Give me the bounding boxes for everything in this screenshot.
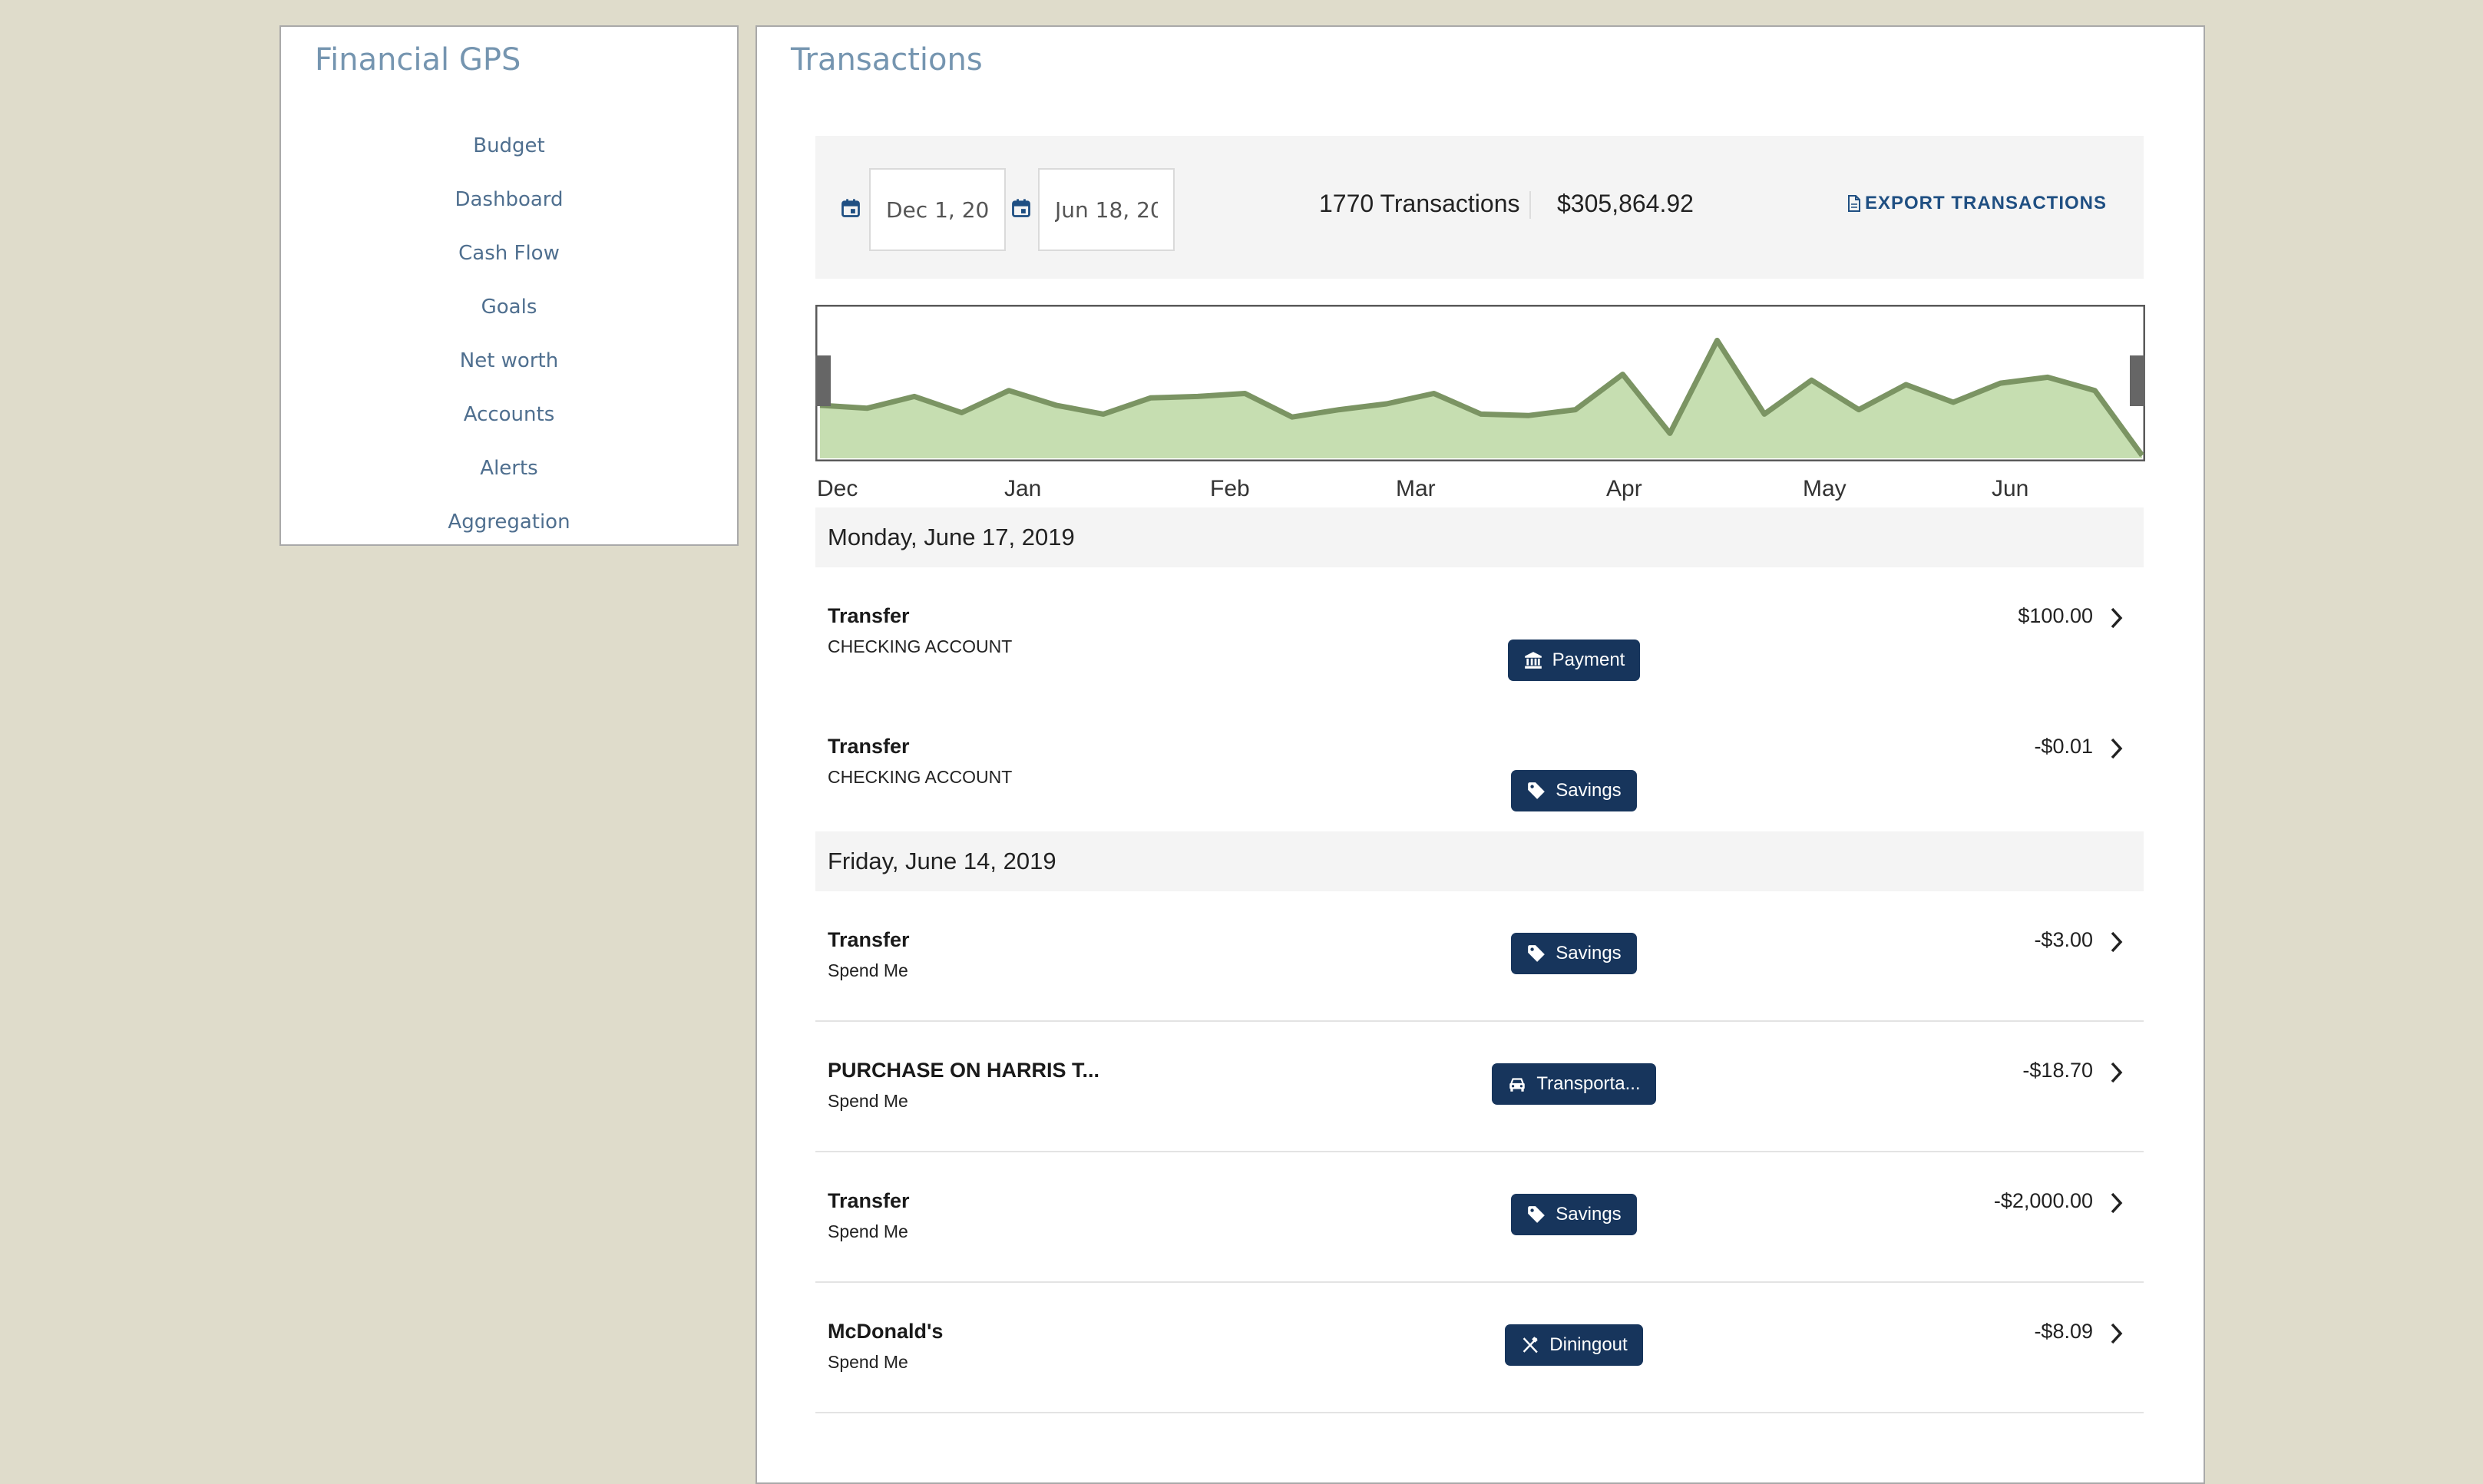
calendar-icon[interactable] <box>840 197 861 219</box>
day-header: Monday, June 17, 2019 <box>815 507 2144 567</box>
transaction-amount: -$18.70 <box>2022 1059 2093 1082</box>
nav-item-accounts[interactable]: Accounts <box>281 388 737 441</box>
transaction-name: Transfer <box>828 1189 910 1212</box>
transaction-row[interactable]: Transfer CHECKING ACCOUNT Payment $100.0… <box>815 567 2144 698</box>
nav-item-budget[interactable]: Budget <box>281 119 737 173</box>
category-label: Payment <box>1552 649 1625 670</box>
category-tag-wrap: Transporta... <box>1407 1063 1741 1105</box>
category-label: Savings <box>1556 780 1622 801</box>
category-label: Savings <box>1556 943 1622 963</box>
transaction-name: Transfer <box>828 604 910 627</box>
category-tag-wrap: Savings <box>1407 1194 1741 1235</box>
month-label: Apr <box>1606 476 1642 501</box>
transaction-amount: $100.00 <box>2018 604 2093 627</box>
chevron-right-icon[interactable] <box>2108 606 2124 630</box>
end-date-input[interactable] <box>1038 168 1175 251</box>
nav-item-alerts[interactable]: Alerts <box>281 441 737 495</box>
month-label: Dec <box>817 476 858 501</box>
divider <box>1529 191 1531 219</box>
category-label: Transporta... <box>1536 1073 1641 1094</box>
sidebar-nav: Budget Dashboard Cash Flow Goals Net wor… <box>281 119 737 549</box>
chevron-right-icon[interactable] <box>2108 1321 2124 1346</box>
category-tag[interactable]: Diningout <box>1505 1324 1643 1366</box>
transaction-account: Spend Me <box>828 1352 908 1372</box>
transaction-name: McDonald's <box>828 1320 944 1343</box>
transaction-row[interactable]: Transfer CHECKING ACCOUNT Savings -$0.01 <box>815 698 2144 828</box>
transactions-panel: Transactions 1770 Transactions $305,864.… <box>755 25 2205 1484</box>
month-label: May <box>1803 476 1847 501</box>
month-label: Jun <box>1992 476 2029 501</box>
range-handle-left[interactable] <box>815 355 831 406</box>
category-label: Savings <box>1556 1204 1622 1225</box>
transaction-name: Transfer <box>828 928 910 951</box>
transaction-count: 1770 Transactions <box>1319 190 1520 217</box>
start-date-input[interactable] <box>869 168 1006 251</box>
transaction-account: Spend Me <box>828 1091 908 1111</box>
page-title: Transactions <box>791 42 983 78</box>
range-handle-right[interactable] <box>2130 355 2145 406</box>
category-tag-wrap: Payment <box>1407 640 1741 681</box>
sidebar-title: Financial GPS <box>315 42 521 78</box>
transaction-amount: -$3.00 <box>2034 928 2093 951</box>
tag-icon <box>1528 1206 1546 1223</box>
export-transactions-button[interactable]: EXPORT TRANSACTIONS <box>1847 193 2107 214</box>
tag-icon <box>1528 945 1546 962</box>
chevron-right-icon[interactable] <box>2108 1060 2124 1085</box>
transaction-account: Spend Me <box>828 1221 908 1241</box>
tag-icon <box>1528 782 1546 799</box>
bank-icon <box>1524 652 1542 669</box>
nav-item-net-worth[interactable]: Net worth <box>281 334 737 388</box>
category-tag[interactable]: Payment <box>1507 640 1641 681</box>
transaction-amount: -$0.01 <box>2034 735 2093 758</box>
category-tag[interactable]: Savings <box>1511 770 1637 811</box>
transaction-row[interactable]: PURCHASE ON HARRIS T... Spend Me Transpo… <box>815 1022 2144 1152</box>
month-label: Jan <box>1004 476 1042 501</box>
chevron-right-icon[interactable] <box>2108 736 2124 761</box>
transaction-name: Transfer <box>828 735 910 758</box>
month-label: Feb <box>1210 476 1250 501</box>
export-label: EXPORT TRANSACTIONS <box>1864 193 2107 213</box>
transaction-account: Spend Me <box>828 960 908 980</box>
transaction-row[interactable]: McDonald's Spend Me Diningout -$8.09 <box>815 1283 2144 1413</box>
category-label: Diningout <box>1549 1334 1628 1355</box>
month-label: Mar <box>1396 476 1436 501</box>
file-icon <box>1847 195 1860 212</box>
fork-knife-icon <box>1523 1337 1539 1353</box>
transaction-amount: -$2,000.00 <box>1993 1189 2093 1212</box>
transaction-row[interactable]: Transfer Spend Me Savings -$2,000.00 <box>815 1152 2144 1283</box>
transaction-total: $305,864.92 <box>1557 190 1694 217</box>
category-tag-wrap: Diningout <box>1407 1324 1741 1366</box>
day-header: Friday, June 14, 2019 <box>815 831 2144 891</box>
transaction-row[interactable]: Transfer Spend Me Savings -$3.00 <box>815 891 2144 1022</box>
category-tag-wrap: Savings <box>1407 770 1741 811</box>
nav-item-aggregation[interactable]: Aggregation <box>281 495 737 549</box>
transactions-chart[interactable] <box>815 305 2145 461</box>
sidebar: Financial GPS Budget Dashboard Cash Flow… <box>279 25 739 546</box>
nav-item-goals[interactable]: Goals <box>281 280 737 334</box>
chevron-right-icon[interactable] <box>2108 1191 2124 1215</box>
transaction-amount: -$8.09 <box>2034 1320 2093 1343</box>
transaction-name: PURCHASE ON HARRIS T... <box>828 1059 1100 1082</box>
car-icon <box>1509 1078 1526 1092</box>
chevron-right-icon[interactable] <box>2108 930 2124 954</box>
category-tag[interactable]: Savings <box>1511 1194 1637 1235</box>
category-tag-wrap: Savings <box>1407 933 1741 974</box>
transactions-toolbar: 1770 Transactions $305,864.92 EXPORT TRA… <box>815 136 2144 279</box>
category-tag[interactable]: Savings <box>1511 933 1637 974</box>
category-tag[interactable]: Transporta... <box>1492 1063 1656 1105</box>
transaction-account: CHECKING ACCOUNT <box>828 767 1013 787</box>
nav-item-cash-flow[interactable]: Cash Flow <box>281 226 737 280</box>
transaction-account: CHECKING ACCOUNT <box>828 636 1013 656</box>
nav-item-dashboard[interactable]: Dashboard <box>281 173 737 226</box>
calendar-icon[interactable] <box>1010 197 1032 219</box>
